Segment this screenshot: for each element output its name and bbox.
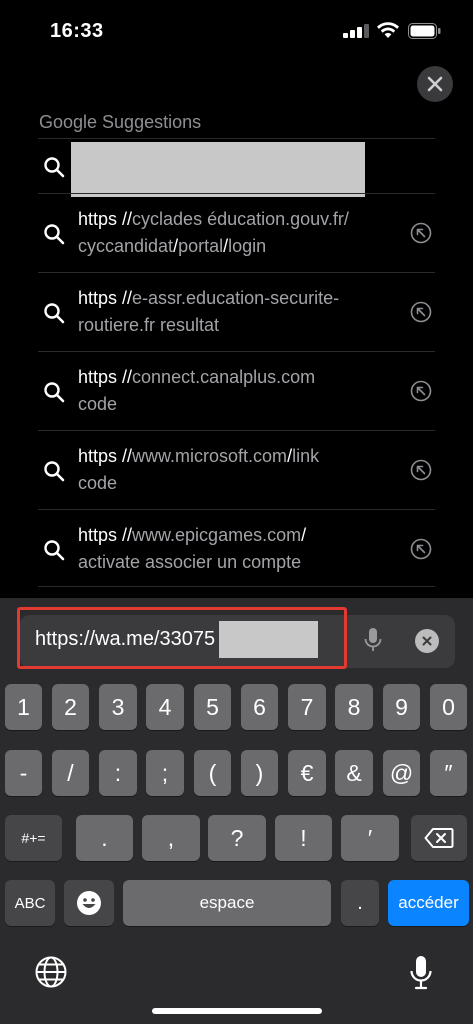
arrow-up-left-icon[interactable] bbox=[410, 459, 432, 481]
suggestion-row[interactable]: https //connect.canalplus.com code bbox=[38, 351, 435, 430]
search-icon bbox=[44, 382, 65, 403]
key-8[interactable]: 8 bbox=[335, 684, 373, 730]
key-5[interactable]: 5 bbox=[194, 684, 231, 730]
key-open-paren[interactable]: ( bbox=[194, 750, 231, 796]
clear-button[interactable] bbox=[415, 629, 439, 653]
abc-key[interactable]: ABC bbox=[5, 880, 55, 926]
suggestion-row[interactable]: https //www.microsoft.com/link code bbox=[38, 430, 435, 509]
key-symbols-toggle[interactable]: #+= bbox=[5, 815, 62, 861]
key-euro[interactable]: € bbox=[288, 750, 326, 796]
highlight-box bbox=[17, 607, 347, 669]
key-1[interactable]: 1 bbox=[5, 684, 42, 730]
key-comma[interactable]: , bbox=[142, 815, 200, 861]
section-title: Google Suggestions bbox=[39, 112, 202, 132]
search-icon bbox=[44, 303, 65, 324]
key-period[interactable]: . bbox=[76, 815, 133, 861]
home-indicator[interactable] bbox=[152, 1008, 322, 1014]
suggestion-row[interactable]: https //www.epicgames.com/ activate asso… bbox=[38, 509, 435, 588]
status-time: 16:33 bbox=[50, 20, 104, 42]
key-exclamation[interactable]: ! bbox=[275, 815, 332, 861]
key-9[interactable]: 9 bbox=[383, 684, 420, 730]
space-key[interactable]: espace bbox=[123, 880, 331, 926]
key-question[interactable]: ? bbox=[208, 815, 266, 861]
key-at[interactable]: @ bbox=[383, 750, 420, 796]
key-quote[interactable]: ″ bbox=[430, 750, 467, 796]
list-divider bbox=[38, 586, 435, 587]
mic-icon[interactable] bbox=[409, 955, 433, 991]
close-button[interactable] bbox=[417, 66, 453, 102]
mic-icon[interactable] bbox=[363, 627, 383, 653]
key-semicolon[interactable]: ; bbox=[146, 750, 184, 796]
arrow-up-left-icon[interactable] bbox=[410, 380, 432, 402]
backspace-icon bbox=[424, 828, 454, 848]
key-2[interactable]: 2 bbox=[52, 684, 89, 730]
search-icon bbox=[44, 540, 65, 561]
key-close-paren[interactable]: ) bbox=[241, 750, 278, 796]
key-6[interactable]: 6 bbox=[241, 684, 278, 730]
key-0[interactable]: 0 bbox=[430, 684, 467, 730]
arrow-up-left-icon[interactable] bbox=[410, 538, 432, 560]
emoji-icon bbox=[77, 891, 101, 915]
battery-icon bbox=[408, 23, 441, 39]
key-4[interactable]: 4 bbox=[146, 684, 184, 730]
suggestion-row[interactable]: https //e-assr.education-securite- routi… bbox=[38, 272, 435, 351]
redacted-area bbox=[71, 142, 365, 197]
suggestion-text: https //www.epicgames.com/ activate asso… bbox=[78, 525, 307, 572]
key-prime[interactable]: ′ bbox=[341, 815, 399, 861]
backspace-key[interactable] bbox=[411, 815, 467, 861]
suggestion-text: https //connect.canalplus.com code bbox=[78, 367, 316, 414]
key-slash[interactable]: / bbox=[52, 750, 89, 796]
suggestion-text: https //cyclades éducation.gouv.fr/ cycc… bbox=[78, 209, 349, 256]
search-icon bbox=[44, 157, 65, 178]
wifi-icon bbox=[377, 22, 399, 38]
status-bar: 16:33 bbox=[0, 0, 473, 60]
dot-key[interactable]: . bbox=[341, 880, 379, 926]
suggestions-list: https //cyclades éducation.gouv.fr/ cycc… bbox=[38, 138, 435, 588]
key-hyphen[interactable]: - bbox=[5, 750, 42, 796]
go-key[interactable]: accéder bbox=[388, 880, 469, 926]
clear-icon bbox=[422, 636, 432, 646]
signal-icon bbox=[343, 24, 369, 38]
suggestion-text: https //www.microsoft.com/link code bbox=[78, 446, 320, 493]
arrow-up-left-icon[interactable] bbox=[410, 222, 432, 244]
key-7[interactable]: 7 bbox=[288, 684, 326, 730]
key-colon[interactable]: : bbox=[99, 750, 137, 796]
suggestion-text: https //e-assr.education-securite- routi… bbox=[78, 288, 340, 335]
suggestion-row[interactable]: https //cyclades éducation.gouv.fr/ cycc… bbox=[38, 193, 435, 272]
globe-icon[interactable] bbox=[34, 955, 68, 989]
search-icon bbox=[44, 224, 65, 245]
arrow-up-left-icon[interactable] bbox=[410, 301, 432, 323]
key-3[interactable]: 3 bbox=[99, 684, 137, 730]
key-ampersand[interactable]: & bbox=[335, 750, 373, 796]
search-icon bbox=[44, 461, 65, 482]
emoji-key[interactable] bbox=[64, 880, 114, 926]
close-icon bbox=[427, 76, 443, 92]
suggestion-row-redacted[interactable] bbox=[38, 138, 435, 197]
